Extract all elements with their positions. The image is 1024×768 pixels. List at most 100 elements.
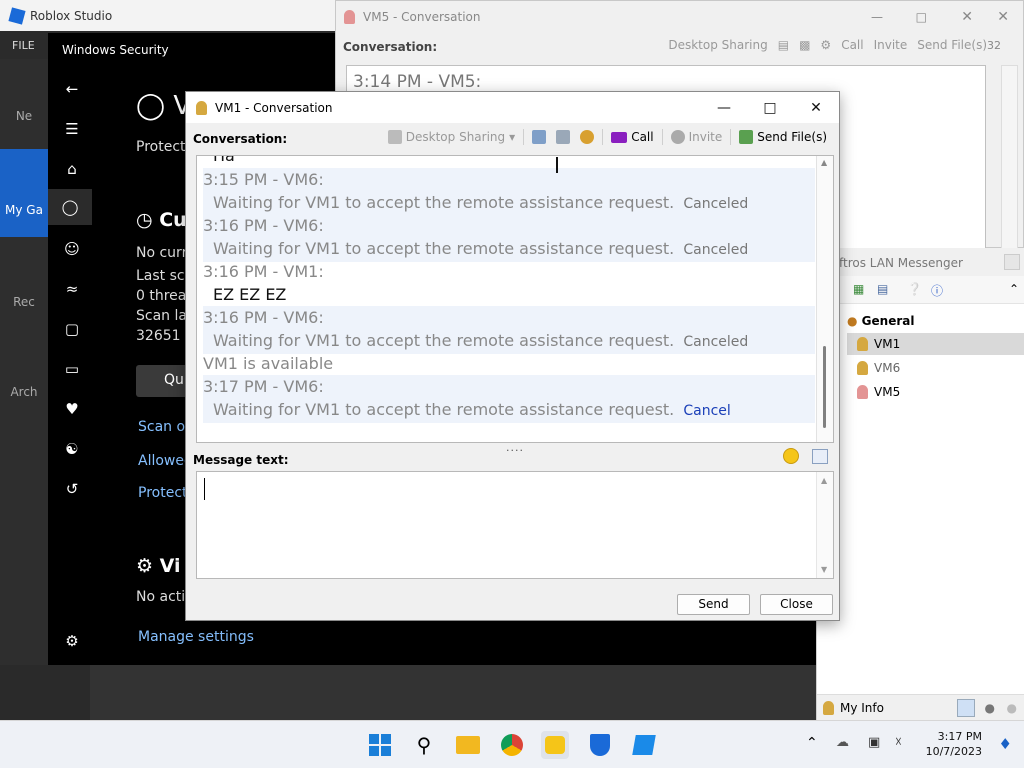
- vm5-outer-close-icon[interactable]: ✕: [997, 9, 1009, 25]
- scrollbar-thumb[interactable]: [823, 346, 826, 428]
- lan-close-icon[interactable]: [1004, 254, 1020, 270]
- send-button[interactable]: Send: [677, 594, 750, 615]
- status-away-icon[interactable]: ●: [985, 701, 995, 715]
- hamburger-icon[interactable]: ☰: [62, 119, 82, 139]
- settings-gear-icon[interactable]: ⚙: [62, 631, 82, 651]
- vm5-minimize-icon[interactable]: —: [871, 10, 883, 24]
- lan-user-vm1[interactable]: VM1: [847, 333, 1024, 355]
- message-header: 3:17 PM - VM6:: [203, 377, 324, 396]
- vm5-invite[interactable]: Invite: [874, 38, 908, 52]
- close-button[interactable]: Close: [760, 594, 833, 615]
- scroll-down-icon[interactable]: ▼: [821, 565, 827, 574]
- ws-scan-lasted: Scan la: [136, 308, 187, 324]
- roblox-side-new-label: Ne: [15, 109, 33, 123]
- send-files-button[interactable]: Send File(s): [737, 130, 829, 144]
- close-icon[interactable]: ✕: [793, 92, 839, 123]
- vm5-transfer-icon[interactable]: ▩: [799, 38, 810, 52]
- message-item: 3:16 PM - VM1: EZ EZ EZ: [203, 260, 815, 306]
- lan-add-icon[interactable]: ▦: [853, 282, 864, 296]
- lan-help-icon[interactable]: ❔: [907, 282, 922, 296]
- roblox-bottom-area: [0, 665, 816, 720]
- lan-messenger-taskbar-icon[interactable]: [541, 731, 569, 759]
- family-icon[interactable]: ☯: [62, 439, 82, 459]
- message-input[interactable]: ▲ ▼: [196, 471, 834, 579]
- file-transfer-button[interactable]: [554, 130, 572, 144]
- status-offline-icon[interactable]: ●: [1007, 701, 1017, 715]
- lan-collapse-icon[interactable]: ⌃: [1009, 282, 1019, 296]
- call-button[interactable]: Call: [609, 130, 655, 144]
- vm5-history-icon[interactable]: ▤: [778, 38, 789, 52]
- lan-user-vm5[interactable]: VM5: [847, 381, 1024, 403]
- lan-info-icon[interactable]: ⓘ: [931, 282, 943, 299]
- vm5-settings-icon[interactable]: ⚙: [820, 38, 831, 52]
- scroll-up-icon[interactable]: ▲: [821, 158, 827, 167]
- toolbar-separator: [730, 129, 732, 145]
- emoticon-icon[interactable]: [783, 448, 799, 464]
- roblox-side-mygames[interactable]: My Ga: [0, 149, 48, 237]
- lan-toolbar: ▦ ▤ ❔ ⓘ ⌃: [817, 276, 1024, 304]
- lan-group-general[interactable]: ● General: [847, 314, 914, 328]
- home-icon[interactable]: ⌂: [62, 159, 82, 179]
- maximize-icon[interactable]: □: [747, 92, 793, 123]
- ws-heading-shield: ◯ V: [136, 91, 191, 121]
- shield-nav-selected[interactable]: ◯: [48, 189, 92, 225]
- vm5-call[interactable]: Call: [841, 38, 863, 52]
- vm5-desktop-sharing[interactable]: Desktop Sharing: [668, 38, 767, 52]
- volume-muted-icon[interactable]: ☓: [895, 735, 902, 750]
- vm5-scrollbar[interactable]: [1001, 65, 1018, 249]
- search-icon[interactable]: ⚲: [410, 731, 438, 759]
- file-explorer-icon[interactable]: [454, 731, 482, 759]
- tray-chevron-up-icon[interactable]: ⌃: [806, 735, 818, 751]
- roblox-menu-file[interactable]: FILE: [12, 39, 35, 52]
- taskbar-clock[interactable]: 3:17 PM 10/7/2023: [926, 729, 982, 759]
- desktop-sharing-button[interactable]: Desktop Sharing ▾: [386, 130, 517, 144]
- health-icon[interactable]: ♥: [62, 399, 82, 419]
- message-input-scrollbar[interactable]: ▲ ▼: [816, 472, 833, 578]
- ws-files: 32651 f: [136, 328, 190, 344]
- cancel-request-link[interactable]: Cancel: [683, 403, 730, 419]
- chrome-icon[interactable]: [498, 731, 526, 759]
- back-icon[interactable]: ←: [62, 79, 82, 99]
- roblox-studio-taskbar-icon[interactable]: [630, 731, 658, 759]
- vm1-user-icon: [196, 100, 207, 115]
- network-icon[interactable]: ≈: [62, 279, 82, 299]
- history-button[interactable]: [530, 130, 548, 144]
- account-icon[interactable]: ☺: [62, 239, 82, 259]
- roblox-side-archive[interactable]: Arch: [0, 349, 48, 409]
- message-item: 3:15 PM - VM6: Waiting for VM1 to accept…: [203, 168, 815, 216]
- message-item: 3:17 PM - VM6: Waiting for VM1 to accept…: [203, 375, 815, 423]
- scroll-up-icon[interactable]: ▲: [821, 476, 827, 485]
- status-online-icon[interactable]: [957, 699, 975, 717]
- text-cursor-icon: [556, 157, 558, 173]
- vm5-maximize-icon[interactable]: □: [916, 10, 927, 24]
- lan-history-icon[interactable]: ▤: [877, 282, 888, 296]
- roblox-side-new[interactable]: Ne: [0, 83, 48, 143]
- device-security-icon[interactable]: ▭: [62, 359, 82, 379]
- tray-app-icon[interactable]: ☁: [836, 735, 849, 750]
- lan-user-vm6[interactable]: VM6: [847, 357, 1024, 379]
- app-browser-icon[interactable]: ▢: [62, 319, 82, 339]
- vm5-conversation-label: Conversation:: [343, 40, 438, 54]
- settings-button[interactable]: [578, 130, 596, 144]
- font-style-icon[interactable]: [812, 449, 828, 464]
- roblox-side-recent[interactable]: Rec: [0, 259, 48, 319]
- windows-start-icon[interactable]: [366, 731, 394, 759]
- network-icon[interactable]: ▣: [868, 735, 880, 750]
- message-status: Canceled: [683, 242, 749, 258]
- conversation-scrollbar[interactable]: ▲: [816, 156, 833, 442]
- vm5-first-message: 3:14 PM - VM5:: [353, 72, 482, 92]
- taskbar: ⚲ ⌃ ☁ ▣ ☓ 3:17 PM 10/7/2023 ♦: [0, 720, 1024, 768]
- notification-bell-icon[interactable]: ♦: [999, 735, 1012, 753]
- splitter-grip[interactable]: ····: [506, 444, 524, 457]
- lan-my-info[interactable]: My Info: [840, 701, 884, 715]
- windows-security-taskbar-icon[interactable]: [586, 731, 614, 759]
- vm5-close-icon[interactable]: ✕: [961, 9, 973, 25]
- invite-button[interactable]: Invite: [669, 130, 725, 144]
- history-icon[interactable]: ↺: [62, 479, 82, 499]
- minimize-icon[interactable]: —: [701, 92, 747, 123]
- ws-no-current: No curr: [136, 245, 188, 261]
- vm5-send-files[interactable]: Send File(s): [917, 38, 987, 52]
- vm1-conversation-label: Conversation:: [193, 132, 288, 146]
- conversation-area[interactable]: Ha 3:15 PM - VM6: Waiting for VM1 to acc…: [196, 155, 834, 443]
- manage-settings-link[interactable]: Manage settings: [138, 629, 254, 645]
